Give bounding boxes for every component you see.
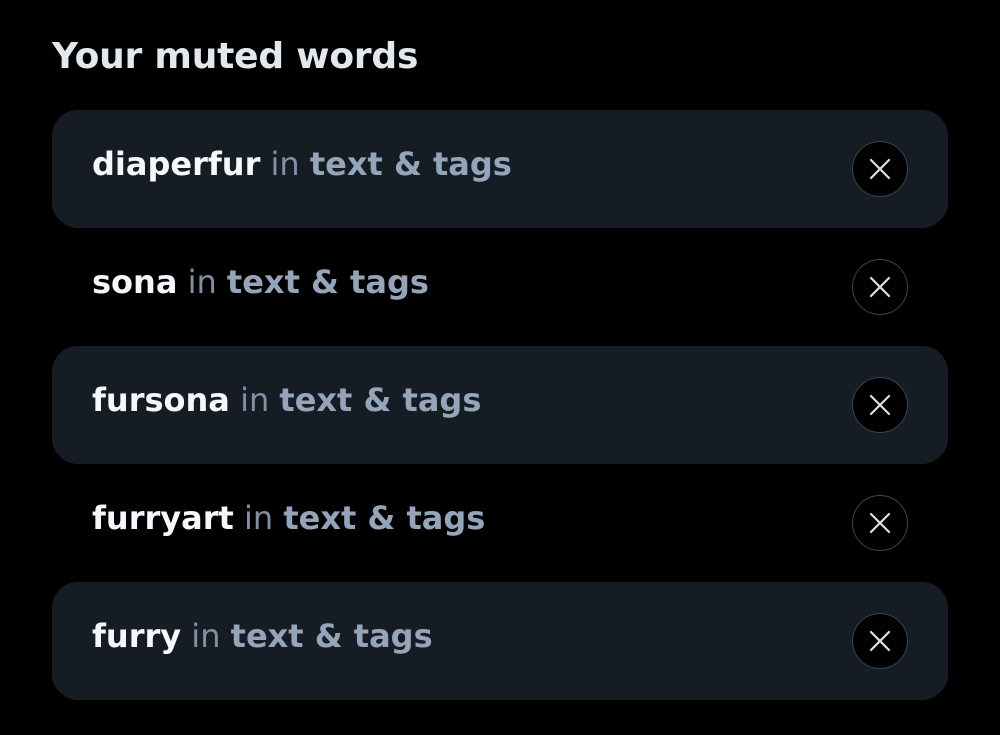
close-icon: [869, 512, 891, 534]
mute-scope: text & tags: [309, 144, 512, 183]
muted-word: sona: [92, 262, 178, 301]
mute-scope: text & tags: [230, 616, 433, 655]
muted-word-row: sona in text & tags: [52, 228, 948, 346]
mute-scope: text & tags: [279, 380, 482, 419]
muted-word: furry: [92, 616, 182, 655]
connector-text: in: [191, 616, 221, 655]
remove-muted-word-button[interactable]: [852, 259, 908, 315]
muted-word-row: furry in text & tags: [52, 582, 948, 700]
close-icon: [869, 276, 891, 298]
muted-word-row: fursona in text & tags: [52, 346, 948, 464]
remove-muted-word-button[interactable]: [852, 613, 908, 669]
mute-scope: text & tags: [226, 262, 429, 301]
close-icon: [869, 394, 891, 416]
mute-scope: text & tags: [283, 498, 486, 537]
remove-muted-word-button[interactable]: [852, 141, 908, 197]
muted-word-text: fursona in text & tags: [92, 380, 481, 420]
section-title: Your muted words: [52, 36, 419, 77]
muted-words-list: diaperfur in text & tags sona in text & …: [52, 110, 948, 700]
muted-word: diaperfur: [92, 144, 261, 183]
connector-text: in: [240, 380, 270, 419]
muted-word-text: diaperfur in text & tags: [92, 144, 512, 184]
close-icon: [869, 158, 891, 180]
connector-text: in: [270, 144, 300, 183]
remove-muted-word-button[interactable]: [852, 377, 908, 433]
connector-text: in: [243, 498, 274, 537]
close-icon: [869, 630, 891, 652]
muted-word-row: diaperfur in text & tags: [52, 110, 948, 228]
muted-word-row: furryart in text & tags: [52, 464, 948, 582]
muted-word-text: furryart in text & tags: [92, 498, 485, 538]
muted-word-text: furry in text & tags: [92, 616, 433, 656]
muted-word: furryart: [92, 498, 234, 537]
connector-text: in: [187, 262, 217, 301]
muted-word: fursona: [92, 380, 230, 419]
muted-word-text: sona in text & tags: [92, 262, 429, 302]
remove-muted-word-button[interactable]: [852, 495, 908, 551]
